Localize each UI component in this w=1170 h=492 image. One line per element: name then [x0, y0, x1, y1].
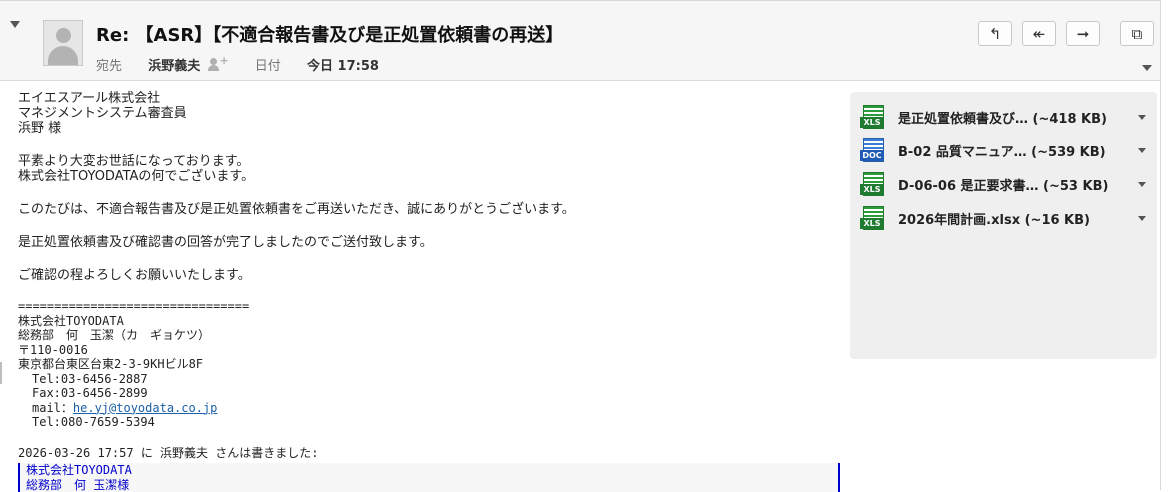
quote-line: 総務部 何 玉潔様 [26, 478, 838, 492]
forward-button[interactable]: ➞ [1066, 21, 1100, 46]
signature-company: 株式会社TOYODATA [18, 314, 838, 329]
signature-name: 総務部 何 玉潔（カ ギョケツ） [18, 328, 838, 343]
signature-mail: mail：he.yj@toyodata.co.jp [18, 401, 838, 416]
signature-tel: Tel:03-6456-2887 [18, 372, 838, 387]
xls-file-icon: XLS [860, 105, 884, 129]
greeting-line: エイエスアール株式会社 [18, 91, 838, 106]
signature-address: 東京都台東区台東2-3-9KHビル8F [18, 357, 838, 372]
to-recipient[interactable]: 浜野義夫 [148, 59, 200, 74]
quote-header: 2026-03-26 17:57 に 浜野義夫 さんは書きました: [18, 446, 838, 461]
collapse-icon[interactable] [10, 21, 20, 28]
attachments-panel: XLS 是正処置依頼書及び… (~418 KB) DOC B-02 品質マニュア… [850, 92, 1157, 359]
date-value: 今日 17:58 [307, 59, 379, 74]
body-paragraph: このたびは、不適合報告書及び是正処置依頼書をご再送いただき、誠にありがとうござい… [18, 202, 838, 217]
chevron-down-icon[interactable] [1138, 216, 1146, 221]
signature-tel2: Tel:080-7659-5394 [18, 415, 838, 430]
attachment-name[interactable]: D-06-06 是正要求書… (~53 KB) [898, 175, 1108, 194]
signature: ================================ 株式会社TOY… [18, 299, 838, 492]
attachment-name[interactable]: 是正処置依頼書及び… (~418 KB) [898, 108, 1107, 127]
xls-file-icon: XLS [860, 206, 884, 230]
resize-handle[interactable] [0, 362, 2, 384]
message-body: エイエスアール株式会社 マネジメントシステム審査員 浜野 様 平素より大変お世話… [18, 91, 838, 492]
xls-file-icon: XLS [860, 172, 884, 196]
message-header: Re: 【ASR】【不適合報告書及び是正処置依頼書の再送】 宛先 浜野義夫 + … [0, 1, 1160, 81]
attachment-name[interactable]: 2026年間計画.xlsx (~16 KB) [898, 209, 1090, 228]
more-menu-icon[interactable] [1142, 65, 1152, 71]
intro-line: 株式会社TOYODATAの何でございます。 [18, 169, 838, 184]
reply-icon: ↰ [989, 25, 1002, 43]
date-label: 日付 [255, 59, 281, 74]
signature-rule: ================================ [18, 299, 838, 314]
attachment-item[interactable]: DOC B-02 品質マニュア… (~539 KB) [860, 137, 1150, 163]
greeting-line: 浜野 様 [18, 121, 838, 136]
chevron-down-icon[interactable] [1138, 115, 1146, 120]
message-subject: Re: 【ASR】【不適合報告書及び是正処置依頼書の再送】 [96, 21, 563, 47]
open-window-button[interactable]: ⧉ [1120, 21, 1154, 46]
chevron-down-icon[interactable] [1138, 182, 1146, 187]
quote-line: 株式会社TOYODATA [26, 463, 838, 478]
doc-file-icon: DOC [860, 138, 884, 162]
to-label: 宛先 [96, 59, 122, 74]
intro-line: 平素より大変お世話になっております。 [18, 154, 838, 169]
avatar [43, 20, 83, 66]
chevron-down-icon[interactable] [1138, 148, 1146, 153]
message-view: Re: 【ASR】【不適合報告書及び是正処置依頼書の再送】 宛先 浜野義夫 + … [0, 0, 1161, 490]
reply-button[interactable]: ↰ [978, 21, 1012, 46]
mail-label: mail： [32, 401, 73, 415]
signature-zip: 〒110-0016 [18, 343, 838, 358]
reply-all-button[interactable]: ↞ [1022, 21, 1056, 46]
attachment-item[interactable]: XLS D-06-06 是正要求書… (~53 KB) [860, 171, 1150, 197]
popout-icon: ⧉ [1132, 25, 1143, 43]
attachment-item[interactable]: XLS 2026年間計画.xlsx (~16 KB) [860, 205, 1150, 231]
mail-link[interactable]: he.yj@toyodata.co.jp [73, 401, 218, 415]
attachment-name[interactable]: B-02 品質マニュア… (~539 KB) [898, 141, 1106, 160]
message-meta: 宛先 浜野義夫 + 日付 今日 17:58 [96, 55, 379, 74]
reply-all-icon: ↞ [1033, 25, 1046, 43]
add-contact-icon[interactable]: + [208, 58, 224, 72]
forward-icon: ➞ [1077, 25, 1090, 43]
body-paragraph: ご確認の程よろしくお願いいたします。 [18, 268, 838, 283]
greeting-line: マネジメントシステム審査員 [18, 106, 838, 121]
quoted-text: 株式会社TOYODATA 総務部 何 玉潔様 [18, 463, 840, 492]
body-paragraph: 是正処置依頼書及び確認書の回答が完了しましたのでご送付致します。 [18, 235, 838, 250]
attachment-item[interactable]: XLS 是正処置依頼書及び… (~418 KB) [860, 104, 1150, 130]
signature-fax: Fax:03-6456-2899 [18, 386, 838, 401]
